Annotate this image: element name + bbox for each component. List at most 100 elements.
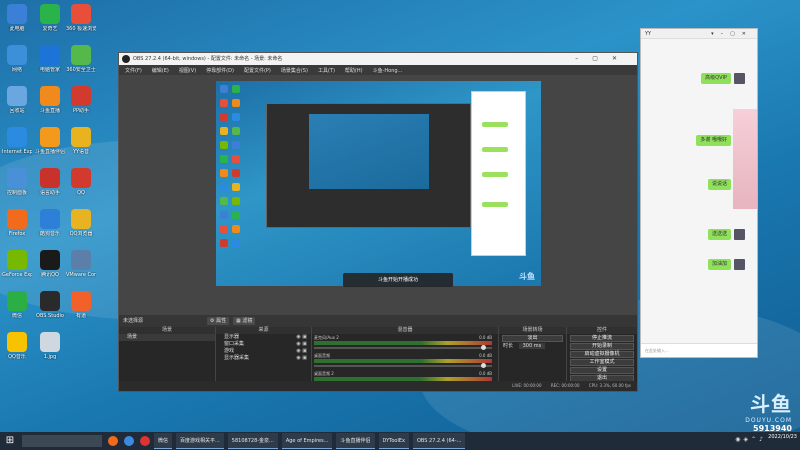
filters-button[interactable]: ▦ 滤镜	[233, 317, 256, 325]
channel-name: 桌面音频 2	[314, 371, 334, 376]
desktop-icon[interactable]: 控制面板	[2, 168, 32, 196]
desktop-icon[interactable]: 此电脑	[2, 4, 32, 32]
preview-app-icon	[220, 211, 228, 219]
app-icon	[7, 250, 27, 270]
volume-slider[interactable]	[314, 345, 492, 350]
desktop-icon[interactable]: 酷狗音乐	[35, 209, 65, 237]
taskbar-item-chat[interactable]: 58108728-金泉...	[227, 433, 278, 449]
visibility-icon[interactable]: ◉ ▣	[296, 341, 307, 348]
preview-app-icon	[220, 183, 228, 191]
channel-db: 0.0 dB	[479, 335, 492, 340]
volume-slider[interactable]	[314, 363, 492, 368]
menu-view[interactable]: 视图(V)	[179, 67, 196, 74]
app-icon[interactable]	[140, 436, 150, 446]
menu-help[interactable]: 帮助(H)	[345, 67, 363, 74]
desktop-icon[interactable]: 有道	[66, 291, 96, 319]
source-item[interactable]: 游戏 ◉ ▣	[216, 348, 311, 355]
desktop-icon[interactable]: VMware Core	[66, 250, 96, 278]
transition-type-select[interactable]: 淡出	[502, 335, 563, 342]
desktop-icon[interactable]: 回收站	[2, 86, 32, 114]
virtual-camera-button[interactable]: 启动虚拟摄像机	[570, 351, 634, 358]
preview-canvas[interactable]: 斗鱼	[216, 81, 541, 286]
source-item[interactable]: 显示器 ◉ ▣	[216, 334, 311, 341]
app-icon	[7, 127, 27, 147]
visibility-icon[interactable]: ◉ ▣	[296, 355, 307, 362]
properties-button[interactable]: ⚙ 属性	[207, 317, 230, 325]
desktop-icon[interactable]: 语言助手	[35, 168, 65, 196]
app-icon	[40, 332, 60, 352]
menu-profile[interactable]: 配置文件(P)	[244, 67, 271, 74]
scene-item[interactable]: 场景	[119, 334, 215, 341]
desktop-icon[interactable]: 电脑管家	[35, 45, 65, 73]
desktop-icon[interactable]: Firefox	[2, 209, 32, 237]
menu-tools[interactable]: 工具(T)	[318, 67, 335, 74]
menu-docks[interactable]: 停靠部件(D)	[206, 67, 234, 74]
menu-edit[interactable]: 编辑(E)	[152, 67, 169, 74]
chat-message: 说说话	[707, 179, 731, 190]
system-tray[interactable]: ◉◈⌃♪	[735, 436, 766, 443]
menu-file[interactable]: 文件(F)	[125, 67, 142, 74]
visibility-icon[interactable]: ◉ ▣	[296, 348, 307, 355]
chat-input[interactable]: 在此处输入...	[641, 343, 757, 357]
chat-window-controls[interactable]: ▾–▢✕	[711, 29, 753, 39]
desktop-icon[interactable]: 爱奇艺	[35, 4, 65, 32]
chat-titlebar[interactable]: YY ▾–▢✕	[641, 29, 757, 39]
visibility-icon[interactable]: ◉ ▣	[296, 334, 307, 341]
settings-button[interactable]: 设置	[570, 367, 634, 374]
taskbar-item-aoe[interactable]: Age of Empires...	[281, 433, 333, 449]
stop-streaming-button[interactable]: 停止推流	[570, 335, 634, 342]
taskbar-item-douyu[interactable]: 斗鱼直播伴侣	[336, 433, 375, 449]
desktop-icon[interactable]: QQ浏览器	[66, 209, 96, 237]
app-icon	[71, 4, 91, 24]
desktop-icon[interactable]: 网络	[2, 45, 32, 73]
audio-meter	[314, 341, 492, 345]
browser-icon[interactable]	[124, 436, 134, 446]
start-recording-button[interactable]: 开始录制	[570, 343, 634, 350]
desktop-icon[interactable]: QQ音乐	[2, 332, 32, 360]
cpu-fps: CPU: 3.3%, 60.00 fps	[588, 383, 631, 388]
desktop-icon[interactable]: 360 极速浏览器	[66, 4, 96, 32]
taskbar-search[interactable]	[22, 435, 102, 447]
window-controls[interactable]: –▢✕	[575, 53, 631, 65]
windows-start-icon[interactable]: ⊞	[2, 433, 18, 449]
preview-app-icon	[220, 225, 228, 233]
nested-douyu-logo: 斗鱼	[519, 272, 535, 281]
menu-douyu[interactable]: 斗鱼-Hong...	[373, 67, 403, 74]
app-icon	[40, 45, 60, 65]
desktop-icon[interactable]: OBS Studio	[35, 291, 65, 319]
chat-side-ad[interactable]	[733, 109, 757, 209]
studio-mode-button[interactable]: 工作室模式	[570, 359, 634, 366]
taskbar-item-game[interactable]: 百度游戏相关平...	[176, 433, 224, 449]
taskbar-item-wechat[interactable]: 微信	[154, 433, 173, 449]
desktop-icon[interactable]: 1.jpg	[35, 332, 65, 360]
source-item[interactable]: 窗口采集 ◉ ▣	[216, 341, 311, 348]
taskbar-item-obs[interactable]: OBS 27.2.4 (64-...	[412, 433, 466, 449]
preview-app-icon	[232, 113, 240, 121]
app-icon	[7, 291, 27, 311]
obs-titlebar[interactable]: OBS 27.2.4 (64-bit, windows) - 配置文件: 未命名…	[119, 53, 637, 65]
preview-app-icon	[232, 225, 240, 233]
desktop-icon[interactable]: 微信	[2, 291, 32, 319]
desktop-icon[interactable]: 腾讯QQ	[35, 250, 65, 278]
menu-scene-collection[interactable]: 场景集合(S)	[281, 67, 308, 74]
desktop-icon[interactable]: 斗鱼直播	[35, 86, 65, 114]
clock[interactable]: 2022/10/23	[768, 434, 797, 441]
desktop-icon[interactable]: Internet Explorer	[2, 127, 32, 155]
desktop-icon[interactable]: GeForce Experience	[2, 250, 32, 278]
transitions-header: 场景转场	[499, 327, 566, 334]
app-icon	[40, 291, 60, 311]
desktop-icon[interactable]: 斗鱼直播伴侣	[35, 127, 65, 155]
desktop-icon[interactable]: 360安全卫士	[66, 45, 96, 73]
desktop-icon-label: OBS Studio	[36, 313, 64, 319]
desktop-icon[interactable]: PP助手	[66, 86, 96, 114]
firefox-icon[interactable]	[108, 436, 118, 446]
duration-input[interactable]: 300 ms	[518, 343, 546, 349]
app-icon	[40, 86, 60, 106]
source-item[interactable]: 显示器采集 ◉ ▣	[216, 355, 311, 362]
desktop-icon[interactable]: QQ	[66, 168, 96, 196]
app-icon	[71, 168, 91, 188]
desktop-icon-label: 此电脑	[9, 26, 25, 32]
taskbar-item-dytool[interactable]: DYToolEx	[378, 433, 409, 449]
desktop-icon[interactable]: YY语音	[66, 127, 96, 155]
obs-menubar: 文件(F) 编辑(E) 视图(V) 停靠部件(D) 配置文件(P) 场景集合(S…	[119, 65, 637, 75]
